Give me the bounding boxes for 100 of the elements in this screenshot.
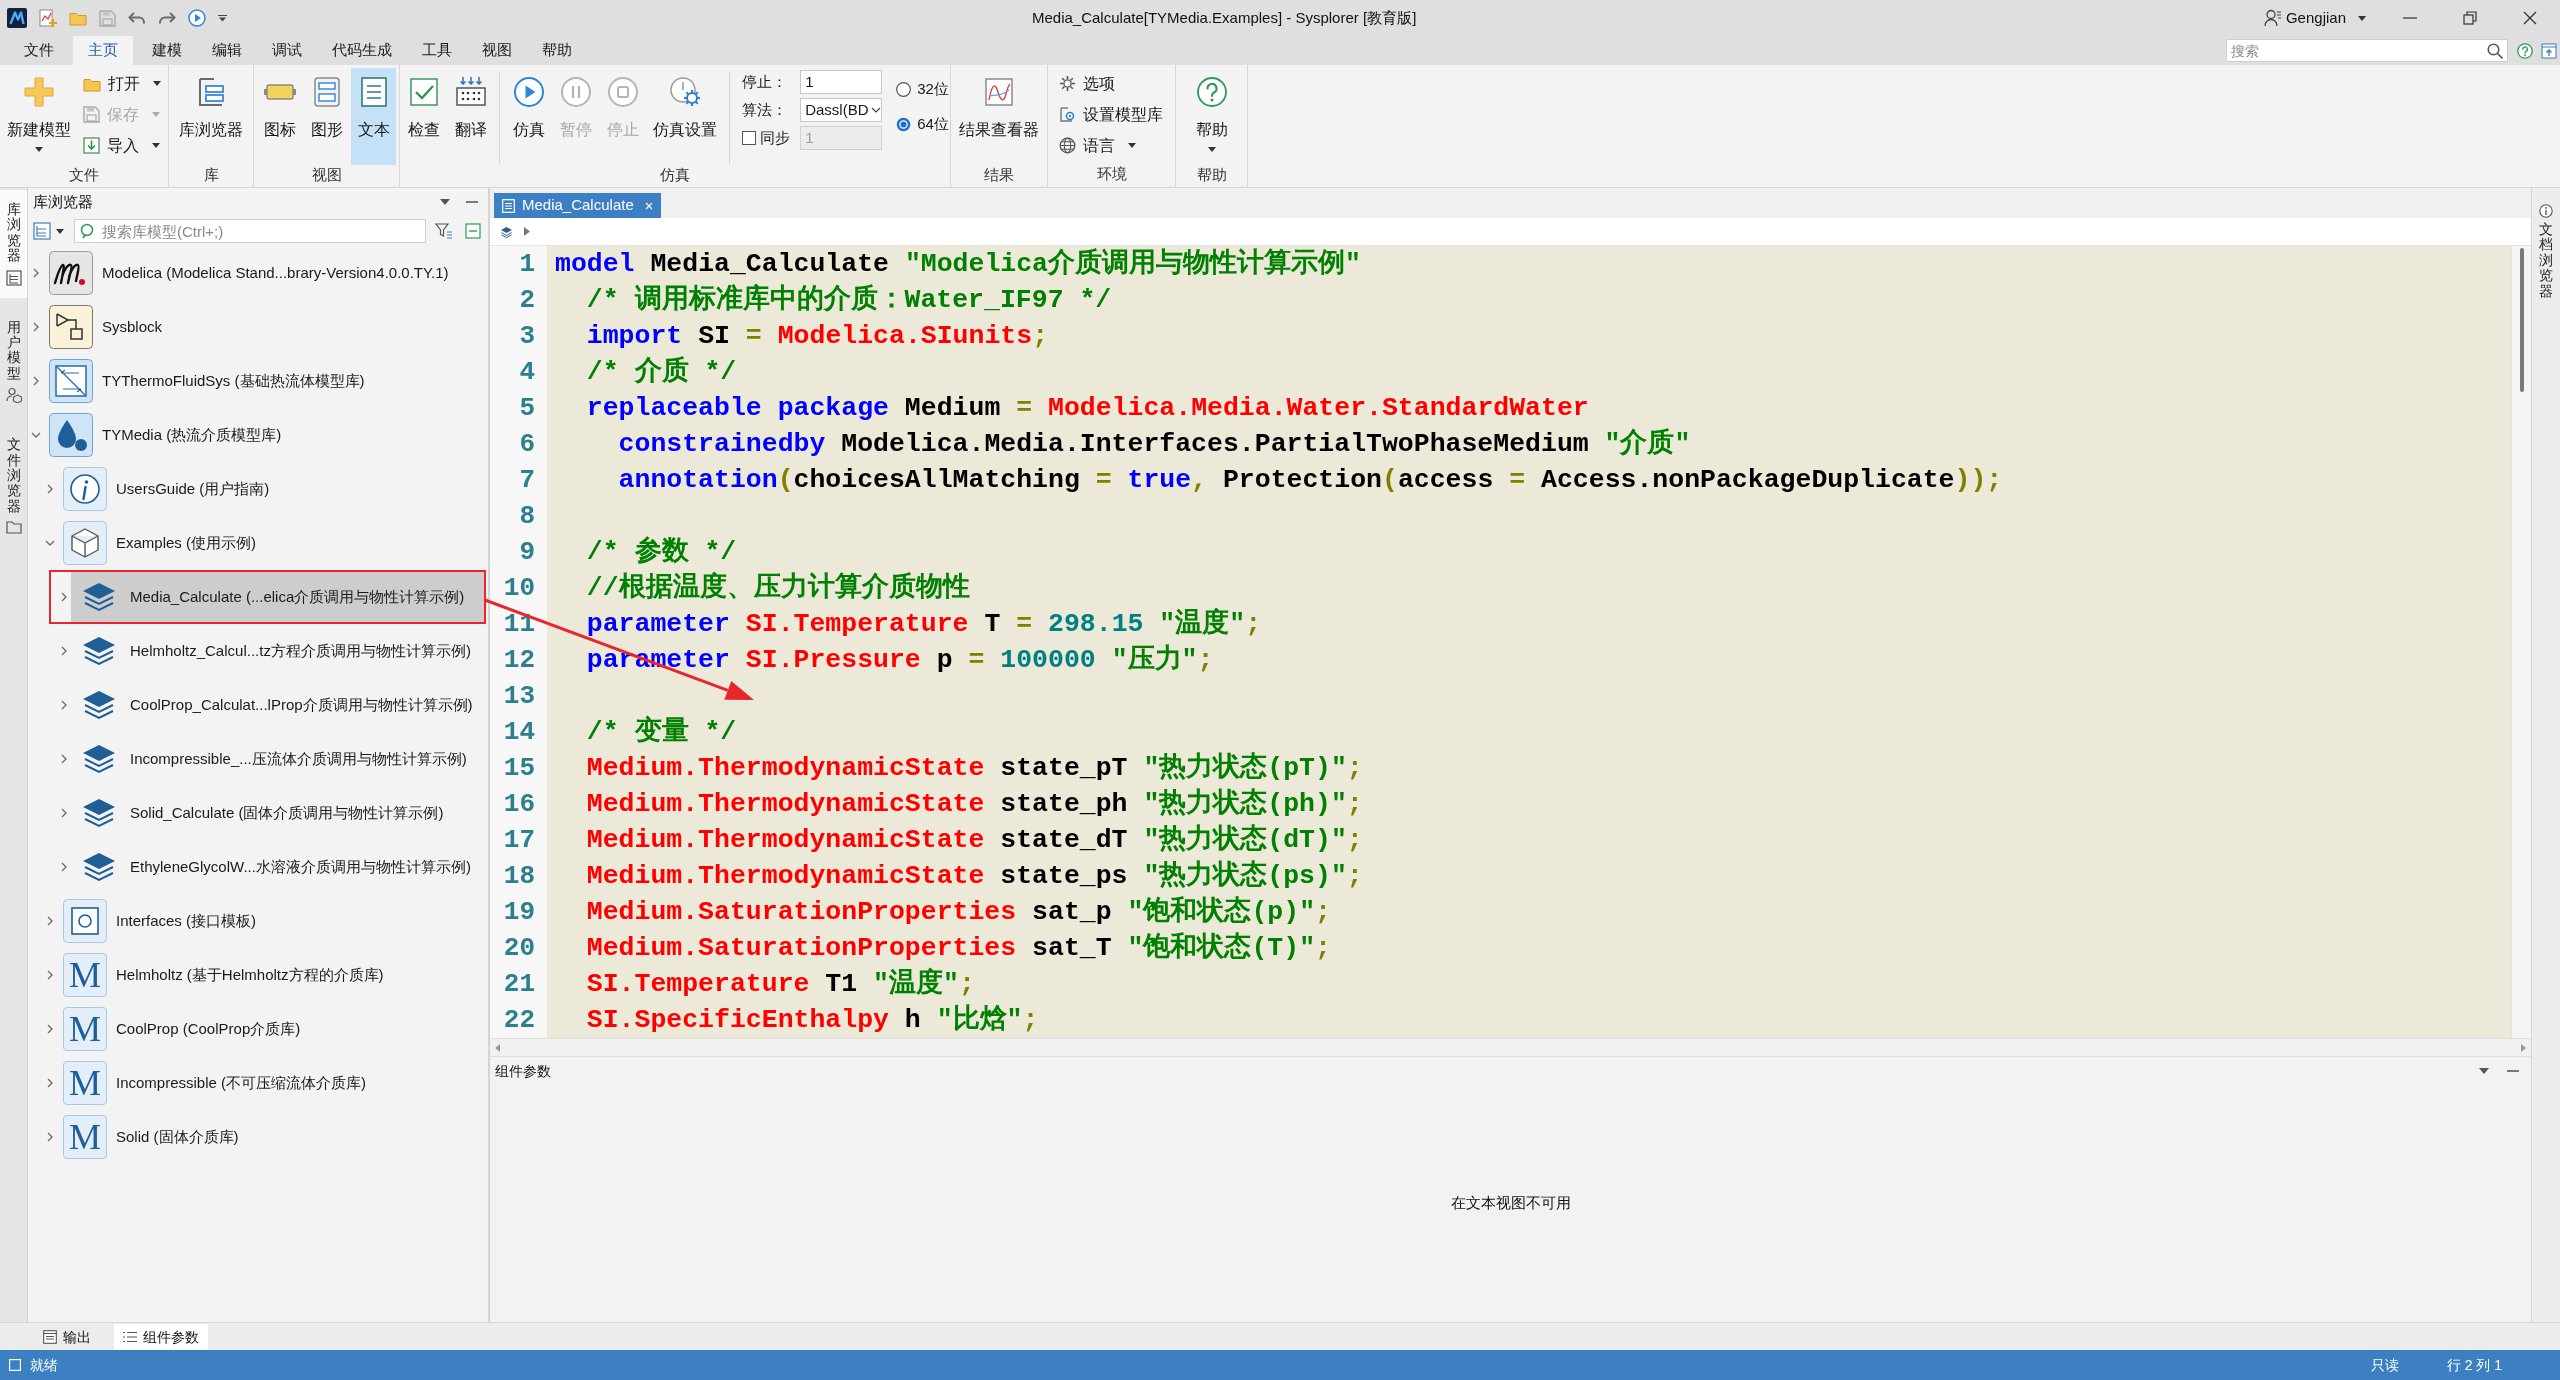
chevron-right-icon[interactable]	[47, 970, 53, 980]
ribbon-button[interactable]: 新建模型	[1, 68, 77, 165]
play-icon[interactable]	[188, 9, 206, 27]
ribbon-button[interactable]: 图标	[257, 68, 302, 165]
chevron-right-icon[interactable]	[47, 1132, 53, 1142]
side-tab[interactable]: 文件浏览器	[0, 425, 27, 547]
code-line: Medium.ThermodynamicState state_dT "热力状态(dT)";	[585, 823, 1363, 857]
menu-tab[interactable]: 视图	[467, 36, 527, 65]
chevron-down-icon[interactable]	[45, 540, 55, 546]
help-icon[interactable]	[2517, 42, 2533, 59]
filter-icon[interactable]	[435, 222, 453, 240]
ribbon-button[interactable]: 设置模型库	[1056, 99, 1167, 130]
ribbon-button[interactable]: 帮助	[1189, 68, 1234, 165]
ribbon-button[interactable]: 仿真	[506, 68, 552, 165]
tree-item[interactable]: TYThermoFluidSys (基础热流体模型库)	[43, 356, 486, 406]
menu-tab[interactable]: 调试	[257, 36, 317, 65]
stop-time-field[interactable]: 1	[800, 70, 883, 94]
flow-arrows-icon	[49, 359, 93, 403]
radio-option[interactable]: 64位	[896, 107, 949, 142]
tree-item[interactable]: M Solid (固体介质库)	[57, 1112, 486, 1162]
new-document-icon[interactable]	[39, 9, 57, 27]
tree-item[interactable]: M CoolProp (CoolProp介质库)	[57, 1004, 486, 1054]
scroll-left-icon[interactable]	[495, 1043, 500, 1052]
line-number: 3	[519, 320, 535, 353]
scroll-right-icon[interactable]	[2521, 1043, 2526, 1052]
tree-item[interactable]: Solid_Calculate (固体介质调用与物性计算示例)	[71, 788, 486, 838]
chevron-right-icon[interactable]	[33, 322, 39, 332]
menu-tab[interactable]: 主页	[73, 36, 133, 65]
chevron-right-icon[interactable]	[61, 646, 67, 656]
chevron-right-icon[interactable]	[524, 227, 530, 236]
ribbon-button[interactable]: 翻译	[448, 68, 494, 165]
menu-tab[interactable]: 帮助	[527, 36, 587, 65]
ribbon-button[interactable]: 库浏览器	[173, 68, 249, 165]
tree-item[interactable]: Helmholtz_Calcul...tz方程介质调用与物性计算示例)	[71, 626, 486, 676]
dropdown-triangle-icon[interactable]	[440, 199, 450, 205]
ribbon-button[interactable]: 导入	[81, 130, 165, 161]
menu-tab[interactable]: 工具	[407, 36, 467, 65]
tree-item[interactable]: CoolProp_Calculat...lProp介质调用与物性计算示例)	[71, 680, 486, 730]
line-number: 6	[519, 428, 535, 461]
chevron-right-icon[interactable]	[61, 808, 67, 818]
tree-item[interactable]: Modelica (Modelica Stand...brary-Version4.0.0.TY.1)	[43, 248, 486, 298]
algorithm-select[interactable]: Dassl(BD	[800, 98, 883, 122]
editor-tab[interactable]: Media_Calculate	[494, 193, 661, 218]
tree-item[interactable]: UsersGuide (用户指南)	[57, 464, 486, 514]
tree-item[interactable]: M Incompressible (不可压缩流体介质库)	[57, 1058, 486, 1108]
ribbon-button[interactable]: 打开	[81, 68, 165, 99]
chevron-right-icon[interactable]	[61, 700, 67, 710]
tree-item[interactable]: TYMedia (热流介质模型库)	[43, 410, 486, 460]
chevron-right-icon[interactable]	[33, 268, 39, 278]
tree-item[interactable]: EthyleneGlycolW...水溶液介质调用与物性计算示例)	[71, 842, 486, 892]
side-tab[interactable]: 库浏览器	[0, 190, 27, 298]
chevron-right-icon[interactable]	[47, 484, 53, 494]
radio-option[interactable]: 32位	[896, 72, 949, 107]
ribbon-button[interactable]: 图形	[304, 68, 349, 165]
library-search-field[interactable]: 搜索库模型(Ctrl+;)	[74, 219, 426, 243]
side-tab[interactable]: 文档浏览器	[2539, 204, 2553, 299]
layers-icon[interactable]	[500, 225, 513, 238]
bottom-tab[interactable]: 组件参数	[114, 1324, 208, 1350]
search-field[interactable]: 搜索	[2226, 39, 2508, 62]
redo-icon[interactable]	[158, 11, 176, 25]
menu-tab[interactable]: 代码生成	[317, 36, 407, 65]
code-line: parameter SI.Temperature T = 298.15 "温度";	[585, 607, 1262, 641]
code-editor[interactable]	[547, 246, 2511, 1038]
ribbon-group-label: 结果	[984, 165, 1014, 185]
tree-item[interactable]: Incompressible_...压流体介质调用与物性计算示例)	[71, 734, 486, 784]
ribbon-button[interactable]: 文本	[351, 68, 396, 165]
ribbon-button[interactable]: 仿真设置	[647, 68, 724, 165]
menu-tab[interactable]: 编辑	[197, 36, 257, 65]
menu-tab[interactable]: 文件	[9, 36, 69, 65]
tree-item[interactable]: Media_Calculate (...elica介质调用与物性计算示例)	[71, 572, 486, 622]
ribbon-button[interactable]: 选项	[1056, 68, 1167, 99]
caret-down-icon[interactable]	[218, 14, 227, 22]
arrow-up-box-icon[interactable]	[2541, 42, 2557, 59]
side-tab[interactable]: 用户模型	[0, 307, 27, 416]
chevron-right-icon[interactable]	[33, 376, 39, 386]
letter-tile-icon: M	[63, 1061, 107, 1105]
ribbon-button[interactable]: 结果查看器	[953, 68, 1045, 165]
menu-tab[interactable]: 建模	[137, 36, 197, 65]
ribbon-button[interactable]: 语言	[1056, 130, 1167, 161]
ribbon-button[interactable]: 检查	[401, 68, 447, 165]
output-window-icon	[43, 1330, 57, 1344]
dropdown-triangle-icon[interactable]	[2479, 1068, 2489, 1074]
tree-view-icon[interactable]	[33, 222, 51, 240]
chevron-right-icon[interactable]	[47, 1078, 53, 1088]
chevron-right-icon[interactable]	[61, 862, 67, 872]
chevron-right-icon[interactable]	[61, 754, 67, 764]
tree-item[interactable]: M Helmholtz (基于Helmholtz方程的介质库)	[57, 950, 486, 1000]
chevron-down-icon[interactable]	[31, 432, 41, 438]
line-number: 21	[503, 968, 535, 1001]
undo-icon[interactable]	[128, 11, 146, 25]
chevron-right-icon[interactable]	[47, 916, 53, 926]
caret-down-icon[interactable]	[56, 228, 64, 234]
tree-item[interactable]: Examples (使用示例)	[57, 518, 486, 568]
chevron-right-icon[interactable]	[61, 592, 67, 602]
tree-item[interactable]: Interfaces (接口模板)	[57, 896, 486, 946]
scrollbar-thumb[interactable]	[2519, 248, 2524, 392]
chevron-right-icon[interactable]	[47, 1024, 53, 1034]
user-account-button[interactable]: Gengjian	[2263, 6, 2366, 30]
bottom-tab[interactable]: 输出	[34, 1324, 100, 1350]
tree-item[interactable]: Sysblock	[43, 302, 486, 352]
